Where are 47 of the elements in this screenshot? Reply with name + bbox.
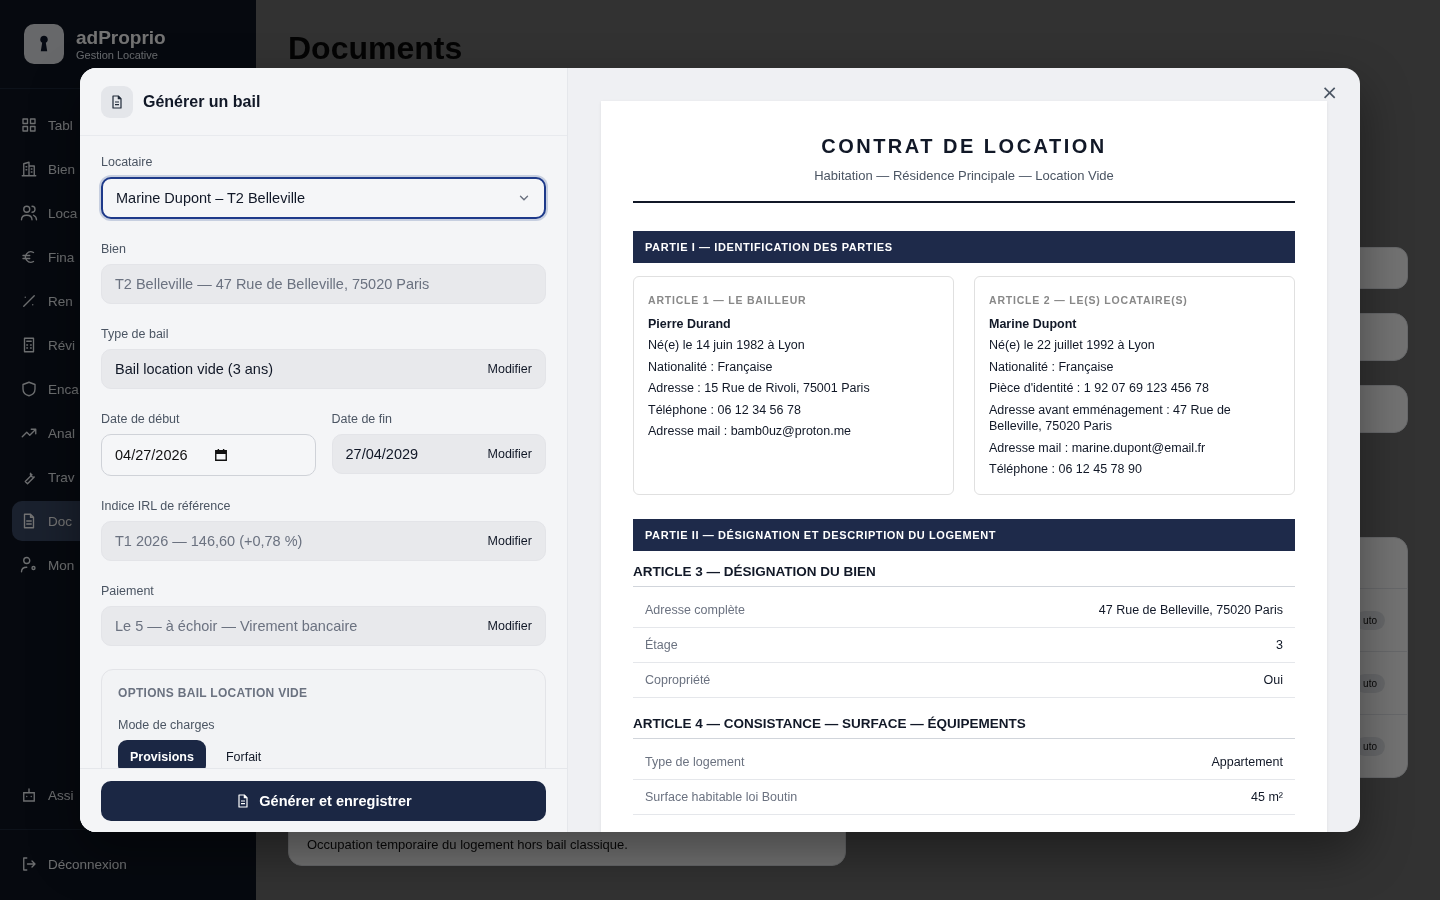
party-detail: Né(e) le 14 juin 1982 à Lyon xyxy=(648,337,806,354)
field-label: Paiement xyxy=(101,584,155,598)
options-title: OPTIONS BAIL LOCATION VIDE xyxy=(118,686,309,700)
field-value: 27/04/2029 xyxy=(345,446,419,462)
party-detail: Adresse : 15 Rue de Rivoli, 75001 Paris xyxy=(648,380,871,397)
row-label: Étage xyxy=(645,637,678,652)
document-title: CONTRAT DE LOCATION xyxy=(820,135,1108,158)
field-label: Mode de charges xyxy=(118,718,216,732)
row-label: Surface habitable loi Boutin xyxy=(645,789,798,804)
party-name: Pierre Durand xyxy=(648,315,732,332)
party-detail: Adresse avant emménagement : 47 Rue de Belleville, 75020 Paris xyxy=(989,401,1232,435)
party-detail: Nationalité : Française xyxy=(648,358,774,375)
card-description: Occupation temporaire du logement hors bail classique. xyxy=(307,837,628,852)
app-name: adProprio xyxy=(76,27,166,49)
row-label: Copropriété xyxy=(645,672,711,687)
document-subtitle: Habitation — Résidence Principale — Location Vide xyxy=(813,168,1115,183)
field-label: Locataire xyxy=(101,155,154,169)
field-value: Bail location vide (3 ans) xyxy=(115,361,273,377)
row-value: 45 m² xyxy=(1251,789,1283,804)
article-heading: ARTICLE 2 — LE(S) LOCATAIRE(S) xyxy=(989,293,1189,308)
dialog-title: Générer un bail xyxy=(143,92,261,111)
row-value: 3 xyxy=(1276,637,1283,652)
field-label: Type de bail xyxy=(101,327,170,341)
field-label: Date de fin xyxy=(331,412,393,426)
party-detail: Adresse mail : bamb0uz@proton.me xyxy=(648,423,853,440)
party-detail: Téléphone : 06 12 34 56 78 xyxy=(648,401,802,418)
party-detail: Pièce d'identité : 1 92 07 69 123 456 78 xyxy=(989,380,1210,397)
section-heading: PARTIE I — IDENTIFICATION DES PARTIES xyxy=(633,231,1295,263)
article-title: ARTICLE 4 — CONSISTANCE — SURFACE — ÉQUIPEMENTS xyxy=(633,715,1295,739)
row-value: Oui xyxy=(1263,672,1283,687)
section-heading: PARTIE II — DÉSIGNATION ET DESCRIPTION DU LOGEMENT xyxy=(633,518,1295,551)
party-detail: Né(e) le 22 juillet 1992 à Lyon xyxy=(989,337,1156,354)
field-label: Bien xyxy=(101,242,128,256)
party-detail: Téléphone : 06 12 45 78 90 xyxy=(989,461,1143,478)
row-label: Type de logement xyxy=(645,754,745,769)
article-title: ARTICLE 3 — DÉSIGNATION DU BIEN xyxy=(633,563,1295,587)
party-detail: Nationalité : Française xyxy=(989,358,1115,375)
field-label: Indice IRL de référence xyxy=(101,499,232,513)
app-tagline: Gestion Locative xyxy=(76,49,159,61)
field-value: Le 5 — à échoir — Virement bancaire xyxy=(115,618,358,634)
row-label: Adresse complète xyxy=(645,602,746,617)
row-value: Appartement xyxy=(1211,754,1283,769)
party-detail: Adresse mail : marine.dupont@email.fr xyxy=(989,439,1207,456)
row-value: 47 Rue de Belleville, 75020 Paris xyxy=(1098,602,1283,617)
party-name: Marine Dupont xyxy=(989,315,1078,332)
field-label: Date de début xyxy=(101,412,181,426)
article-heading: ARTICLE 1 — LE BAILLEUR xyxy=(648,293,808,308)
